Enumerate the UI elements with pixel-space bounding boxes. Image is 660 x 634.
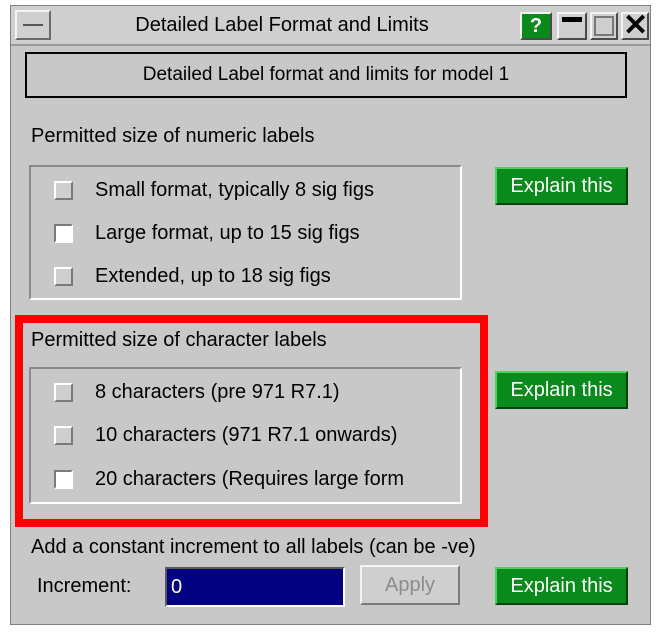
minimize-button[interactable]	[557, 12, 587, 40]
numeric-section-title: Permitted size of numeric labels	[31, 125, 315, 147]
numeric-large-checkbox[interactable]	[54, 223, 73, 243]
model-label-box: Detailed Label format and limits for mod…	[25, 52, 627, 98]
system-menu-button[interactable]	[15, 10, 51, 40]
highlight-box	[15, 315, 488, 527]
numeric-option-large[interactable]: Large format, up to 15 sig figs	[31, 218, 360, 248]
increment-input[interactable]	[165, 567, 345, 607]
increment-section-title: Add a constant increment to all labels (…	[31, 536, 476, 558]
numeric-explain-button[interactable]: Explain this	[495, 167, 628, 205]
title-bar[interactable]: Detailed Label Format and Limits ? ✕	[11, 6, 650, 46]
numeric-small-label: Small format, typically 8 sig figs	[95, 178, 374, 201]
numeric-option-small[interactable]: Small format, typically 8 sig figs	[31, 175, 374, 205]
help-button[interactable]: ?	[520, 12, 552, 40]
dialog-window: Detailed Label Format and Limits ? ✕ Det…	[10, 5, 651, 625]
apply-button[interactable]: Apply	[360, 565, 460, 605]
numeric-option-extended[interactable]: Extended, up to 18 sig figs	[31, 261, 331, 291]
numeric-extended-checkbox[interactable]	[54, 266, 73, 286]
numeric-options-group: Small format, typically 8 sig figs Large…	[29, 165, 462, 300]
window-title: Detailed Label Format and Limits	[135, 14, 429, 36]
numeric-large-label: Large format, up to 15 sig figs	[95, 221, 360, 244]
increment-explain-button[interactable]: Explain this	[495, 567, 628, 605]
character-explain-button[interactable]: Explain this	[495, 371, 628, 409]
increment-label: Increment:	[37, 575, 132, 597]
maximize-button[interactable]	[590, 12, 618, 40]
numeric-small-checkbox[interactable]	[54, 180, 73, 200]
numeric-extended-label: Extended, up to 18 sig figs	[95, 264, 331, 287]
close-button[interactable]: ✕	[621, 11, 649, 41]
